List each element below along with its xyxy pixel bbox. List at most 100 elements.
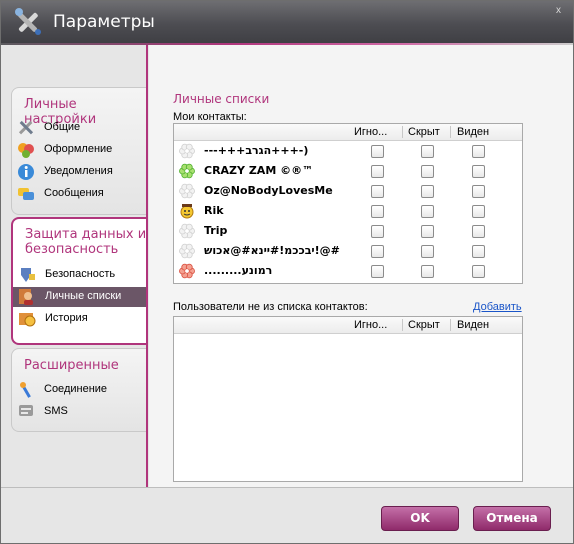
group-title-line2: безопасность <box>25 242 119 257</box>
sidebar-item-appearance[interactable]: Оформление <box>12 140 146 160</box>
column-header-visible[interactable]: Виден <box>457 126 489 138</box>
visible-checkbox[interactable] <box>472 165 485 178</box>
unavailable-status-icon <box>179 263 195 279</box>
tools-icon <box>18 120 34 135</box>
ignore-checkbox[interactable] <box>371 245 384 258</box>
sidebar-item-label: Личные списки <box>45 290 122 302</box>
column-header-hidden[interactable]: Скрыт <box>408 319 440 331</box>
sidebar-item-connection[interactable]: Соединение <box>12 380 146 400</box>
contact-name: (-+++הגרב+++--- <box>204 144 309 157</box>
user-list-icon <box>19 289 33 305</box>
visible-checkbox[interactable] <box>472 145 485 158</box>
sidebar-item-label: Общие <box>44 121 81 133</box>
window-title: Параметры <box>53 12 155 32</box>
group-personal-settings: Личные настройки Общие Оформление Уведом… <box>11 87 147 215</box>
column-divider <box>402 126 403 138</box>
hidden-checkbox[interactable] <box>421 245 434 258</box>
hidden-checkbox[interactable] <box>421 165 434 178</box>
messages-icon <box>18 188 34 200</box>
contact-name: Trip <box>204 224 228 237</box>
sidebar-item-general[interactable]: Общие <box>12 118 146 138</box>
visible-checkbox[interactable] <box>472 205 485 218</box>
visible-checkbox[interactable] <box>472 245 485 258</box>
contacts-list: (-+++הגרב+++--- CRAZY ZAM ©®™ Oz@NoBodyLov… <box>174 141 522 281</box>
tools-app-icon <box>15 8 41 35</box>
ok-button[interactable]: OK <box>381 506 459 531</box>
contact-name: רמונע......... <box>204 264 273 277</box>
table-header: Игно... Скрыт Виден <box>174 124 522 141</box>
hidden-checkbox[interactable] <box>421 225 434 238</box>
column-header-ignore[interactable]: Игно... <box>354 319 387 331</box>
group-title: Расширенные <box>24 358 119 373</box>
ignore-checkbox[interactable] <box>371 205 384 218</box>
visible-checkbox[interactable] <box>472 225 485 238</box>
offline-status-icon <box>179 183 195 199</box>
visible-checkbox[interactable] <box>472 265 485 278</box>
sidebar-item-history[interactable]: История <box>13 309 147 329</box>
sidebar-item-notifications[interactable]: Уведомления <box>12 162 146 182</box>
sidebar-item-label: Сообщения <box>44 187 104 199</box>
ignore-checkbox[interactable] <box>371 265 384 278</box>
sidebar-item-label: Уведомления <box>44 165 113 177</box>
visible-checkbox[interactable] <box>472 185 485 198</box>
sidebar-item-messages[interactable]: Сообщения <box>12 184 146 204</box>
column-header-ignore[interactable]: Игно... <box>354 126 387 138</box>
button-bar: OK Отмена <box>1 487 573 543</box>
noncontacts-table: Игно... Скрыт Виден <box>173 316 523 482</box>
sms-icon <box>19 405 33 416</box>
ignore-checkbox[interactable] <box>371 145 384 158</box>
column-header-hidden[interactable]: Скрыт <box>408 126 440 138</box>
contact-name: CRAZY ZAM ©®™ <box>204 164 314 177</box>
close-icon[interactable]: x <box>556 5 561 16</box>
shield-icon <box>21 268 35 282</box>
sidebar: Личные настройки Общие Оформление Уведом… <box>1 45 151 487</box>
sidebar-divider <box>146 45 148 487</box>
sidebar-item-label: Оформление <box>44 143 113 155</box>
sidebar-item-label: История <box>45 312 88 324</box>
offline-status-icon <box>179 243 195 259</box>
column-header-visible[interactable]: Виден <box>457 319 489 331</box>
page-title: Личные списки <box>173 92 270 106</box>
sidebar-item-sms[interactable]: SMS <box>12 402 146 422</box>
table-row[interactable]: Rik <box>174 201 522 221</box>
ignore-checkbox[interactable] <box>371 185 384 198</box>
table-row[interactable]: CRAZY ZAM ©®™ <box>174 161 522 181</box>
sidebar-item-personal-lists[interactable]: Личные списки <box>13 287 147 307</box>
table-row[interactable]: Oz@NoBodyLovesMe <box>174 181 522 201</box>
sidebar-item-label: SMS <box>44 405 68 417</box>
sidebar-item-security[interactable]: Безопасность <box>13 265 147 285</box>
group-title: Защита данных и безопасность <box>25 227 146 257</box>
group-privacy-security: Защита данных и безопасность Безопасност… <box>11 217 147 345</box>
contacts-table: Игно... Скрыт Виден (-+++הגרב+++--- CRAZY… <box>173 123 523 284</box>
table-row[interactable]: #@!יבככמ!#יינא#@אכוש <box>174 241 522 261</box>
connection-icon <box>20 382 31 398</box>
contact-name: Rik <box>204 204 224 217</box>
offline-status-icon <box>179 223 195 239</box>
contacts-label: Мои контакты: <box>173 111 247 123</box>
table-row[interactable]: רמונע......... <box>174 261 522 281</box>
add-user-link[interactable]: Добавить <box>473 301 522 313</box>
cancel-button[interactable]: Отмена <box>473 506 551 531</box>
hidden-checkbox[interactable] <box>421 265 434 278</box>
info-icon <box>18 164 34 180</box>
main-panel: Личные списки Мои контакты: Игно... Скры… <box>149 45 573 487</box>
column-divider <box>402 319 403 331</box>
group-advanced: Расширенные Соединение SMS <box>11 348 147 432</box>
title-bar[interactable]: Параметры x <box>1 1 573 43</box>
settings-window: Параметры x Личные настройки Общие Оформ… <box>0 0 574 544</box>
online-status-icon <box>179 163 195 179</box>
history-icon <box>19 313 36 327</box>
hidden-checkbox[interactable] <box>421 185 434 198</box>
group-title-line1: Защита данных и <box>25 227 147 242</box>
table-row[interactable]: (-+++הגרב+++--- <box>174 141 522 161</box>
table-row[interactable]: Trip <box>174 221 522 241</box>
ignore-checkbox[interactable] <box>371 165 384 178</box>
table-header: Игно... Скрыт Виден <box>174 317 522 334</box>
contact-name: #@!יבככמ!#יינא#@אכוש <box>204 244 340 257</box>
hidden-checkbox[interactable] <box>421 205 434 218</box>
ignore-checkbox[interactable] <box>371 225 384 238</box>
sidebar-item-label: Безопасность <box>45 268 116 280</box>
column-divider <box>450 319 451 331</box>
offline-status-icon <box>179 143 195 159</box>
hidden-checkbox[interactable] <box>421 145 434 158</box>
